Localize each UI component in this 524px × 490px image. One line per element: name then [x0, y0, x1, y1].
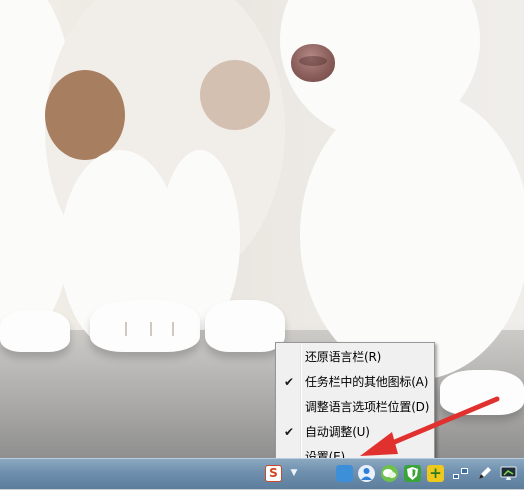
menu-item-label: 任务栏中的其他图标(A): [305, 375, 429, 389]
taskbar: S ▼ +: [0, 458, 524, 489]
box-icon[interactable]: [336, 465, 353, 482]
wechat-icon[interactable]: [381, 465, 398, 482]
menu-item[interactable]: 还原语言栏(R): [278, 345, 432, 369]
menu-item-label: 自动调整(U): [305, 425, 370, 439]
checkmark-icon: ✔: [283, 375, 295, 389]
wallpaper-toe: [172, 322, 174, 336]
menu-item[interactable]: 调整语言选项栏位置(D): [278, 395, 432, 419]
wallpaper-toe: [125, 322, 127, 336]
menu-item-label: 还原语言栏(R): [305, 350, 382, 364]
checkmark-icon: ✔: [283, 425, 295, 439]
menu-item[interactable]: ✔ 任务栏中的其他图标(A): [278, 370, 432, 394]
wallpaper-toe: [150, 322, 152, 336]
wallpaper-puppy-right-body: [300, 90, 524, 380]
monitor-icon[interactable]: [500, 465, 517, 482]
pen-icon[interactable]: [476, 465, 493, 482]
checkmark-icon: [278, 345, 300, 369]
desktop-wallpaper: [0, 0, 524, 458]
wallpaper-fur-patch: [45, 70, 125, 160]
language-bar-context-menu: 还原语言栏(R) ✔ 任务栏中的其他图标(A) 调整语言选项栏位置(D) ✔ 自动调整(U…: [275, 342, 435, 468]
wallpaper-puppy-nose: [291, 44, 335, 82]
sogou-input-icon[interactable]: S: [265, 465, 282, 482]
user-icon[interactable]: [358, 465, 375, 482]
wallpaper-paw: [0, 310, 70, 352]
network-icon[interactable]: [452, 465, 469, 482]
wallpaper-paw: [205, 300, 285, 352]
menu-item[interactable]: ✔ 自动调整(U): [278, 420, 432, 444]
plus-icon[interactable]: +: [427, 465, 444, 482]
wallpaper-paw: [440, 370, 524, 415]
checkmark-icon: [278, 395, 300, 419]
chevron-down-icon[interactable]: ▼: [289, 468, 299, 478]
menu-item-label: 调整语言选项栏位置(D): [305, 400, 430, 414]
wallpaper-fur-patch: [200, 60, 270, 130]
wallpaper-paw: [90, 300, 200, 352]
shield-icon[interactable]: [404, 465, 421, 482]
